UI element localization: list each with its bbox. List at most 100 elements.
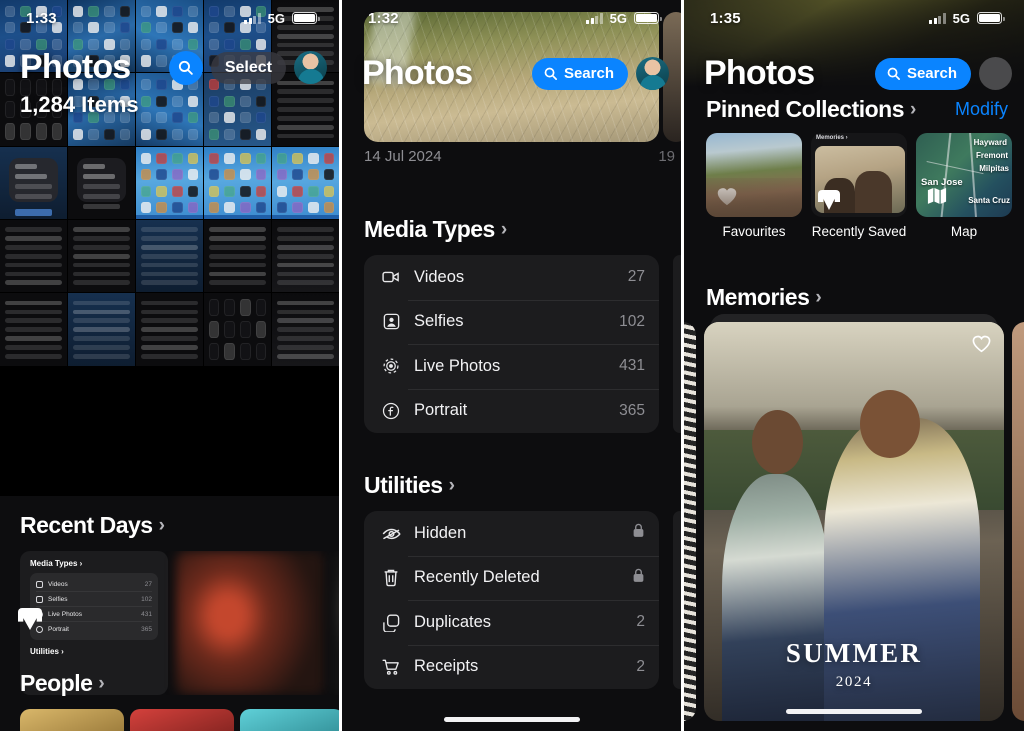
grid-photo[interactable] — [204, 146, 271, 220]
inner-memories-label: Memories › — [816, 135, 848, 141]
grid-photo[interactable] — [272, 293, 339, 366]
select-button[interactable]: Select — [210, 51, 286, 84]
section-title: Media Types — [364, 216, 495, 242]
mini-label: Selfies — [48, 595, 68, 603]
grid-photo[interactable] — [0, 146, 67, 220]
mini-label: Portrait — [48, 625, 69, 633]
people-row[interactable] — [0, 709, 339, 731]
list-item-label: Receipts — [414, 657, 479, 676]
chevron-right-icon: › — [98, 673, 105, 694]
chevron-right-icon: › — [815, 287, 822, 308]
person-thumbnail[interactable] — [20, 709, 124, 731]
avatar[interactable] — [294, 51, 327, 84]
nav-header: Photos Select — [0, 48, 339, 87]
utilities-list: Hidden Recently Deleted Duplicates 2 Rec… — [364, 511, 659, 689]
list-item-videos[interactable]: Videos 27 — [364, 255, 659, 300]
memory-title: SUMMER — [785, 638, 923, 668]
status-time: 1:35 — [710, 9, 741, 27]
grid-photo[interactable] — [68, 220, 135, 293]
grid-photo[interactable] — [0, 220, 67, 293]
pinned-thumbnail[interactable]: Memories › — [811, 133, 907, 217]
search-button[interactable] — [168, 50, 203, 85]
map-label: Hayward — [973, 138, 1007, 147]
page-title: Photos — [20, 48, 131, 86]
grid-photo[interactable] — [0, 293, 67, 366]
mini-value: 27 — [144, 580, 152, 588]
modify-button[interactable]: Modify — [955, 99, 1008, 120]
battery-icon — [977, 12, 1005, 24]
pinned-item-map[interactable]: Hayward Fremont Milpitas San Jose Santa … — [916, 133, 1012, 240]
list-item-live-photos[interactable]: Live Photos 431 — [364, 344, 659, 389]
pinned-item-recently-saved[interactable]: Memories › Recently Saved — [811, 133, 907, 240]
grid-photo[interactable] — [136, 146, 203, 220]
search-button[interactable]: Search — [874, 57, 971, 90]
chevron-right-icon: › — [500, 219, 508, 240]
pinned-thumbnail[interactable] — [706, 133, 802, 217]
heart-outline-icon[interactable] — [971, 334, 992, 358]
pinned-label: Favourites — [722, 224, 786, 239]
mini-label: Live Photos — [48, 610, 82, 618]
pinned-label: Map — [950, 224, 978, 239]
grid-photo[interactable] — [204, 220, 271, 293]
select-label: Select — [224, 58, 272, 76]
home-indicator[interactable] — [443, 717, 580, 722]
section-header-pinned-collections[interactable]: Pinned Collections › Modify — [684, 96, 1024, 133]
panel-photos-collections: 1:32 5G Photos Search 14 Jul 2024 19 Med… — [342, 0, 681, 731]
trash-icon — [380, 567, 402, 589]
grid-photo[interactable] — [272, 146, 339, 220]
chevron-right-icon: › — [158, 515, 165, 536]
avatar[interactable] — [636, 57, 669, 90]
cellular-bars-icon — [586, 12, 603, 24]
grid-photo[interactable] — [272, 220, 339, 293]
people-section: People › — [0, 666, 339, 731]
live-photo-icon — [380, 355, 402, 377]
section-header-media-types[interactable]: Media Types › — [342, 216, 681, 255]
memory-card[interactable]: SUMMER 2024 — [704, 322, 1004, 721]
section-header-memories[interactable]: Memories › — [684, 284, 822, 311]
nav-header: Photos Search — [684, 54, 1024, 93]
section-header-utilities[interactable]: Utilities › — [342, 472, 681, 511]
chevron-right-icon: › — [448, 475, 455, 496]
grid-photo[interactable] — [68, 146, 135, 220]
panel-photos-library: 1,284 Items 1:33 5G Photos Select Recent… — [0, 0, 339, 731]
map-label: Milpitas — [979, 164, 1009, 173]
grid-photo[interactable] — [136, 293, 203, 366]
items-count: 1,284 Items — [20, 92, 139, 117]
page-title: Photos — [704, 54, 815, 92]
memory-card-prev[interactable] — [684, 322, 696, 721]
mini-row: Live Photos 431 — [36, 607, 152, 622]
cellular-bars-icon — [929, 12, 946, 24]
duplicate-squares-icon — [380, 611, 402, 633]
search-icon — [179, 60, 194, 75]
list-item-portrait[interactable]: Portrait 365 — [364, 388, 659, 434]
person-thumbnail[interactable] — [240, 709, 339, 731]
memory-card-next[interactable] — [1012, 322, 1024, 721]
person-thumbnail[interactable] — [130, 709, 234, 731]
next-card-peek — [673, 255, 681, 433]
pinned-thumbnail[interactable]: Hayward Fremont Milpitas San Jose Santa … — [916, 133, 1012, 217]
pinned-item-favourites[interactable]: Favourites — [706, 133, 802, 240]
map-icon — [924, 183, 950, 209]
list-item-label: Recently Deleted — [414, 568, 540, 587]
grid-photo[interactable] — [204, 293, 271, 366]
heart-filled-icon — [714, 183, 740, 209]
section-header-people[interactable]: People › — [0, 666, 339, 709]
list-item-selfies[interactable]: Selfies 102 — [364, 299, 659, 345]
search-button[interactable]: Search — [531, 57, 628, 90]
section-header-recent-days[interactable]: Recent Days › — [0, 496, 339, 551]
home-indicator[interactable] — [786, 709, 922, 714]
pinned-collections-row[interactable]: Favourites Memories › Recently Saved Hay… — [684, 133, 1024, 240]
list-item-recently-deleted[interactable]: Recently Deleted — [364, 555, 659, 601]
list-item-receipts[interactable]: Receipts 2 — [364, 644, 659, 690]
mini-row: Videos 27 — [36, 577, 152, 592]
video-camera-icon — [380, 266, 402, 288]
avatar[interactable] — [979, 57, 1012, 90]
mini-label: Videos — [48, 580, 68, 588]
memory-year: 2024 — [835, 674, 873, 690]
list-item-duplicates[interactable]: Duplicates 2 — [364, 600, 659, 645]
grid-photo[interactable] — [136, 220, 203, 293]
list-item-hidden[interactable]: Hidden — [364, 511, 659, 556]
status-time: 1:33 — [26, 9, 57, 27]
mini-value: 431 — [141, 610, 152, 618]
grid-photo[interactable] — [68, 293, 135, 366]
